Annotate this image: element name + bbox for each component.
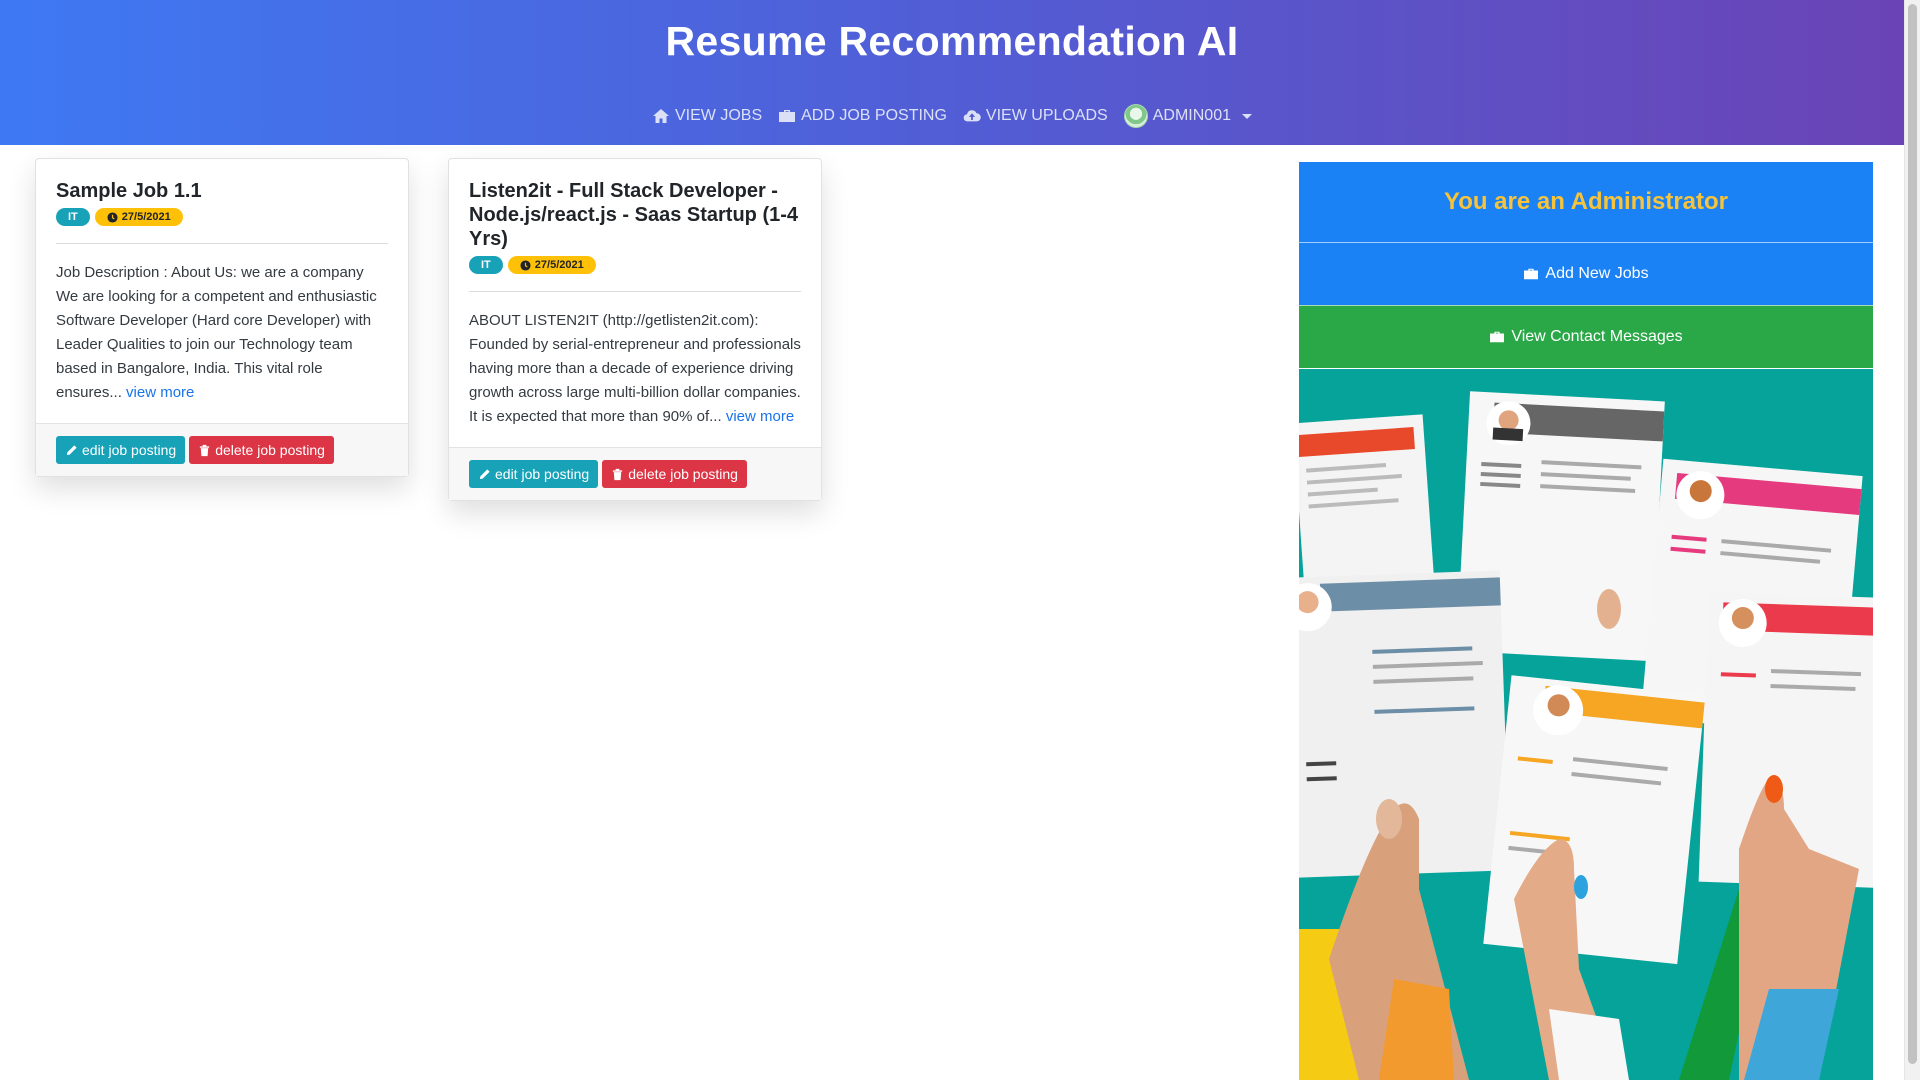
- nav-add-job-posting[interactable]: ADD JOB POSTING: [778, 104, 947, 128]
- view-more-link[interactable]: view more: [726, 408, 794, 425]
- job-card-body: Listen2it - Full Stack Developer - Node.…: [449, 159, 821, 447]
- nav-view-uploads-label: VIEW UPLOADS: [985, 107, 1108, 124]
- edit-job-posting-button[interactable]: edit job posting: [469, 460, 599, 488]
- nav-admin-dropdown[interactable]: ADMIN001: [1123, 104, 1252, 128]
- job-card: Sample Job 1.1 IT 27/5/2021 Job Descript…: [35, 158, 409, 477]
- main-nav: VIEW JOBS ADD JOB POSTING VIEW UPLOADS A…: [0, 104, 1904, 128]
- date-badge-label: 27/5/2021: [121, 211, 171, 223]
- date-badge: 27/5/2021: [94, 208, 183, 226]
- briefcase-icon: [779, 110, 796, 122]
- admin-sidebar: You are an Administrator Add New Jobs Vi…: [1299, 162, 1873, 1080]
- nav-admin-label: ADMIN001: [1152, 107, 1231, 124]
- pencil-icon: [66, 444, 77, 455]
- admin-heading: You are an Administrator: [1299, 162, 1873, 242]
- nav-view-jobs[interactable]: VIEW JOBS: [652, 104, 762, 128]
- briefcase-icon: [1524, 268, 1539, 280]
- avatar: [1123, 104, 1148, 128]
- nav-view-uploads[interactable]: VIEW UPLOADS: [963, 104, 1108, 128]
- delete-job-posting-button[interactable]: delete job posting: [189, 436, 334, 464]
- nav-view-jobs-label: VIEW JOBS: [675, 107, 763, 124]
- job-card: Listen2it - Full Stack Developer - Node.…: [448, 158, 822, 501]
- delete-job-posting-label: delete job posting: [628, 466, 738, 482]
- job-description-text: Job Description : About Us: we are a com…: [56, 264, 377, 401]
- delete-job-posting-label: delete job posting: [215, 442, 325, 458]
- view-more-link[interactable]: view more: [126, 384, 194, 401]
- resume-illustration: [1299, 369, 1873, 1080]
- view-contact-messages-label: View Contact Messages: [1511, 328, 1683, 345]
- date-badge: 27/5/2021: [507, 256, 596, 274]
- briefcase-icon: [1490, 331, 1505, 343]
- view-contact-messages-button[interactable]: View Contact Messages: [1299, 305, 1873, 368]
- job-badges: IT 27/5/2021: [469, 256, 801, 274]
- job-card-footer: edit job posting delete job posting: [36, 423, 408, 476]
- pencil-icon: [479, 468, 490, 479]
- job-description: ABOUT LISTEN2IT (http://getlisten2it.com…: [469, 309, 801, 429]
- scrollbar-thumb[interactable]: [1908, 4, 1917, 1064]
- app-header: Resume Recommendation AI VIEW JOBS ADD J…: [0, 0, 1904, 145]
- trash-icon: [200, 444, 210, 456]
- edit-job-posting-label: edit job posting: [82, 442, 177, 458]
- nav-add-job-posting-label: ADD JOB POSTING: [801, 107, 947, 124]
- add-new-jobs-label: Add New Jobs: [1545, 265, 1649, 282]
- card-divider: [469, 291, 801, 292]
- resume-collage-image: [1299, 391, 1873, 1080]
- date-badge-label: 27/5/2021: [534, 259, 584, 271]
- cloud-upload-icon: [963, 110, 981, 122]
- clock-icon: [520, 259, 531, 271]
- caret-down-icon: [1241, 113, 1252, 119]
- edit-job-posting-label: edit job posting: [495, 466, 590, 482]
- clock-icon: [107, 211, 118, 223]
- job-description: Job Description : About Us: we are a com…: [56, 261, 388, 405]
- edit-job-posting-button[interactable]: edit job posting: [56, 436, 186, 464]
- home-icon: [653, 109, 669, 123]
- card-divider: [56, 243, 388, 244]
- delete-job-posting-button[interactable]: delete job posting: [602, 460, 747, 488]
- job-card-body: Sample Job 1.1 IT 27/5/2021 Job Descript…: [36, 159, 408, 423]
- page-scrollbar[interactable]: [1904, 0, 1920, 1080]
- trash-icon: [613, 468, 623, 480]
- job-title: Listen2it - Full Stack Developer - Node.…: [469, 180, 799, 250]
- category-badge: IT: [56, 208, 90, 226]
- add-new-jobs-button[interactable]: Add New Jobs: [1299, 242, 1873, 305]
- job-title: Sample Job 1.1: [56, 180, 202, 202]
- category-badge: IT: [469, 256, 503, 274]
- app-title: Resume Recommendation AI: [665, 18, 1239, 64]
- job-card-footer: edit job posting delete job posting: [449, 447, 821, 500]
- job-badges: IT 27/5/2021: [56, 208, 388, 226]
